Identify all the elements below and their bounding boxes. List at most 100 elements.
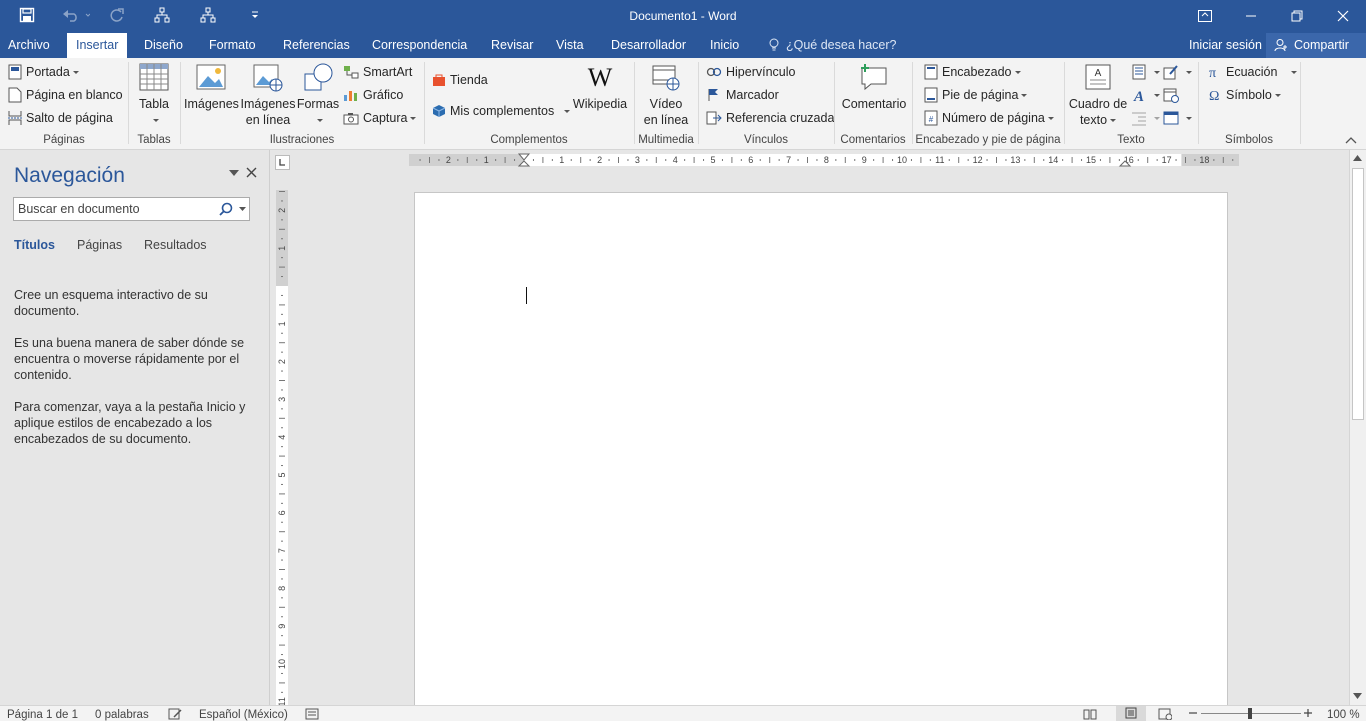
object-icon (1163, 111, 1179, 125)
nav-paragraph-3: Para comenzar, vaya a la pestaña Inicio … (14, 400, 246, 446)
scroll-down-icon[interactable] (1353, 693, 1362, 699)
print-layout-button[interactable] (1116, 706, 1146, 721)
search-options-icon[interactable] (239, 207, 246, 211)
tab-archivo[interactable]: Archivo (8, 33, 50, 58)
vertical-scrollbar[interactable] (1349, 150, 1366, 705)
referencia-cruzada-button[interactable]: Referencia cruzada (706, 108, 834, 128)
close-icon[interactable] (1320, 0, 1366, 32)
collapse-ribbon-icon[interactable] (1345, 136, 1357, 144)
drop-cap-button[interactable] (1131, 108, 1160, 128)
date-time-button[interactable] (1163, 85, 1183, 105)
signin-link[interactable]: Iniciar sesión (1189, 33, 1262, 58)
status-words[interactable]: 0 palabras (95, 709, 149, 721)
search-input[interactable]: Buscar en documento (13, 197, 250, 221)
zoom-level[interactable]: 100 % (1327, 709, 1360, 721)
portada-button[interactable]: Portada (8, 62, 79, 82)
horizontal-ruler[interactable]: 2 1 1 2 3 4 5 6 7 8 9 10 11 12 13 14 15 16 17 18 (409, 152, 1239, 170)
imagenes-button[interactable]: Imágenes (184, 62, 239, 112)
macro-record-icon[interactable] (305, 708, 319, 720)
mis-complementos-button[interactable]: Mis complementos (432, 101, 571, 121)
nav-tab-titulos[interactable]: Títulos (14, 238, 55, 252)
imagenes-en-linea-button[interactable]: Imágenes en línea (240, 62, 296, 128)
pagina-en-blanco-button[interactable]: Página en blanco (8, 85, 123, 105)
vruler-label: 4 (277, 435, 287, 440)
ruler-label: 11 (935, 155, 944, 165)
smartart-label: SmartArt (363, 65, 413, 79)
tienda-button[interactable]: Tienda (432, 70, 488, 90)
tell-me-input[interactable]: ¿Qué desea hacer? (786, 33, 897, 58)
zoom-in-icon[interactable] (1303, 706, 1313, 720)
tab-desarrollador[interactable]: Desarrollador (611, 33, 686, 58)
quick-parts-button[interactable] (1131, 62, 1160, 82)
comentario-button[interactable]: Comentario (838, 62, 910, 112)
tab-insertar[interactable]: Insertar (67, 33, 128, 58)
tab-diseno[interactable]: Diseño (144, 33, 183, 58)
simbolo-button[interactable]: Ω Símbolo (1208, 85, 1281, 105)
shapes-icon (304, 63, 333, 91)
tienda-label: Tienda (450, 73, 488, 87)
grafico-button[interactable]: Gráfico (343, 85, 403, 105)
status-page[interactable]: Página 1 de 1 (7, 709, 78, 721)
minimize-icon[interactable] (1228, 0, 1274, 32)
chart-icon (344, 91, 357, 101)
tab-inicio[interactable]: Inicio (710, 33, 739, 58)
wikipedia-button[interactable]: W Wikipedia (570, 62, 630, 112)
cross-reference-icon (706, 111, 722, 125)
tab-correspondencia[interactable]: Correspondencia (372, 33, 467, 58)
captura-button[interactable]: Captura (343, 108, 417, 128)
vertical-ruler[interactable]: 211234567891011 (273, 190, 291, 705)
tab-formato[interactable]: Formato (209, 33, 256, 58)
salto-de-pagina-label: Salto de página (26, 111, 113, 125)
tab-revisar[interactable]: Revisar (491, 33, 533, 58)
tab-vista[interactable]: Vista (556, 33, 584, 58)
cuadro-de-texto-button[interactable]: A Cuadro de texto (1068, 62, 1128, 128)
blank-page-icon (8, 87, 22, 103)
nav-options-icon[interactable] (229, 170, 239, 176)
marcador-button[interactable]: Marcador (706, 85, 779, 105)
tab-selector-icon[interactable] (275, 155, 290, 170)
signature-line-button[interactable] (1163, 62, 1192, 82)
status-language[interactable]: Español (México) (199, 709, 288, 721)
document-page[interactable] (414, 192, 1228, 705)
ribbon-display-icon[interactable] (1182, 0, 1228, 32)
signature-icon (1163, 65, 1178, 80)
vruler-margin-top (276, 190, 288, 286)
encabezado-button[interactable]: Encabezado (924, 62, 1021, 82)
nav-tab-resultados[interactable]: Resultados (144, 238, 207, 252)
web-layout-icon[interactable] (1158, 708, 1172, 720)
vruler-label: 9 (277, 624, 287, 629)
smartart-button[interactable]: SmartArt (343, 62, 412, 82)
hipervinculo-button[interactable]: Hipervínculo (706, 62, 795, 82)
proofing-icon[interactable] (168, 708, 182, 720)
video-en-linea-button[interactable]: Vídeo en línea (638, 62, 694, 128)
addins-icon (432, 105, 446, 117)
ecuacion-button[interactable]: π Ecuación (1208, 62, 1298, 82)
read-mode-icon[interactable] (1083, 708, 1097, 720)
pie-de-pagina-button[interactable]: Pie de página (924, 85, 1028, 105)
tabla-button[interactable]: Tabla (132, 62, 176, 128)
page-number-icon: # (924, 110, 938, 126)
vruler-label: 6 (277, 510, 287, 515)
salto-de-pagina-button[interactable]: Salto de página (8, 108, 113, 128)
wordart-button[interactable]: A (1131, 85, 1160, 105)
omega-icon: Ω (1209, 89, 1219, 102)
search-icon[interactable] (219, 202, 233, 216)
restore-icon[interactable] (1274, 0, 1320, 32)
zoom-slider-thumb[interactable] (1248, 708, 1252, 719)
scroll-thumb[interactable] (1352, 168, 1364, 420)
header-icon (924, 64, 938, 80)
nav-close-icon[interactable] (246, 167, 257, 178)
nav-paragraph-1: Cree un esquema interactivo de su docume… (14, 288, 208, 318)
object-button[interactable] (1163, 108, 1192, 128)
numero-de-pagina-button[interactable]: # Número de página (924, 108, 1054, 128)
hipervinculo-label: Hipervínculo (726, 65, 796, 79)
ruler-label: 10 (897, 155, 907, 165)
zoom-out-icon[interactable] (1188, 706, 1198, 720)
scroll-up-icon[interactable] (1353, 155, 1362, 161)
tab-referencias[interactable]: Referencias (283, 33, 350, 58)
print-layout-icon (1125, 707, 1137, 719)
formas-button[interactable]: Formas (296, 62, 340, 128)
navigation-pane: Navegación Buscar en documento Títulos P… (0, 150, 270, 705)
nav-tab-paginas[interactable]: Páginas (77, 238, 122, 252)
status-bar: Página 1 de 1 0 palabras Español (México… (0, 705, 1366, 721)
